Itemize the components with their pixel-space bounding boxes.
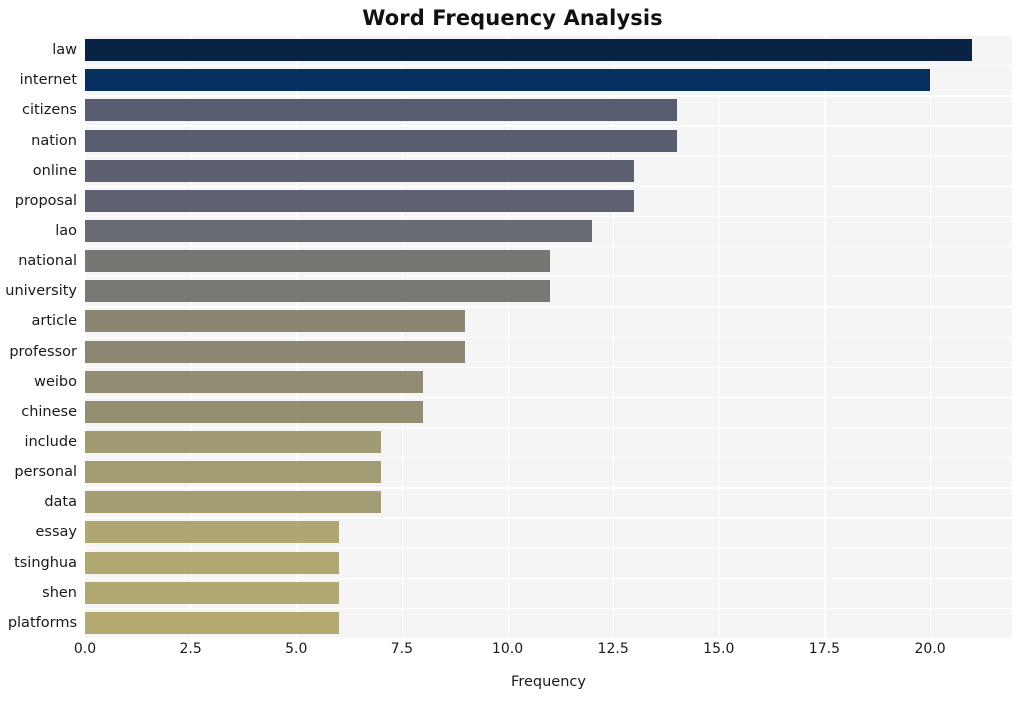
bar-include[interactable] [85, 431, 381, 454]
bar-tsinghua[interactable] [85, 551, 339, 574]
bar-chinese[interactable] [85, 400, 423, 423]
bar-professor[interactable] [85, 340, 466, 363]
y-tick-label-lao: lao [55, 222, 77, 239]
bar-platforms[interactable] [85, 611, 339, 634]
y-tick-label-tsinghua: tsinghua [14, 554, 77, 571]
y-tick-label-data: data [44, 494, 77, 511]
plot-area [85, 35, 1012, 640]
x-tick-label-0.0: 0.0 [73, 641, 97, 657]
x-tick-label-10.0: 10.0 [491, 641, 524, 657]
chart-title: Word Frequency Analysis [362, 6, 663, 30]
y-tick-label-online: online [32, 162, 77, 179]
bars-layer [85, 35, 1012, 638]
y-tick-label-platforms: platforms [7, 614, 77, 631]
bar-personal[interactable] [85, 461, 381, 484]
y-tick-label-citizens: citizens [22, 102, 77, 119]
bar-university[interactable] [85, 280, 550, 303]
bar-proposal[interactable] [85, 189, 635, 212]
bar-article[interactable] [85, 310, 466, 333]
x-tick-label-12.5: 12.5 [597, 641, 629, 657]
bar-internet[interactable] [85, 69, 931, 92]
bar-national[interactable] [85, 250, 550, 273]
bar-data[interactable] [85, 491, 381, 514]
y-tick-label-nation: nation [31, 132, 77, 149]
bar-weibo[interactable] [85, 370, 423, 393]
x-tick-label-7.5: 7.5 [390, 641, 414, 657]
x-axis-title: Frequency [511, 674, 586, 690]
y-tick-label-chinese: chinese [21, 403, 77, 420]
x-tick-label-20.0: 20.0 [914, 641, 946, 657]
chart-figure: Word Frequency Analysis law internet citiz… [0, 0, 1025, 701]
y-tick-label-weibo: weibo [34, 373, 77, 390]
x-tick-label-15.0: 15.0 [703, 641, 735, 657]
y-tick-label-law: law [52, 42, 77, 59]
y-tick-label-include: include [24, 434, 77, 451]
y-tick-label-internet: internet [19, 72, 77, 89]
y-tick-label-article: article [31, 313, 77, 330]
y-tick-label-proposal: proposal [14, 192, 77, 209]
y-tick-label-personal: personal [14, 464, 77, 481]
y-tick-label-shen: shen [42, 584, 77, 601]
y-axis-tick-labels: law internet citizens nation online proposal l… [0, 35, 85, 638]
bar-shen[interactable] [85, 581, 339, 604]
bar-citizens[interactable] [85, 99, 677, 122]
x-tick-label-2.5: 2.5 [179, 641, 202, 657]
bar-online[interactable] [85, 159, 635, 182]
x-tick-label-17.5: 17.5 [808, 641, 840, 657]
y-tick-label-national: national [18, 253, 77, 270]
x-tick-label-5.0: 5.0 [285, 641, 308, 657]
x-axis-tick-labels: 0.0 2.5 5.0 7.5 10.0 12.5 15.0 17.5 20.0 [74, 641, 1012, 665]
y-tick-label-professor: professor [9, 343, 77, 360]
y-tick-label-essay: essay [35, 524, 78, 541]
bar-nation[interactable] [85, 129, 677, 152]
bar-essay[interactable] [85, 521, 339, 544]
y-tick-label-university: university [5, 283, 77, 300]
bar-lao[interactable] [85, 219, 593, 242]
gridline-horizontal-20 [85, 638, 1012, 640]
bar-law[interactable] [85, 39, 973, 62]
